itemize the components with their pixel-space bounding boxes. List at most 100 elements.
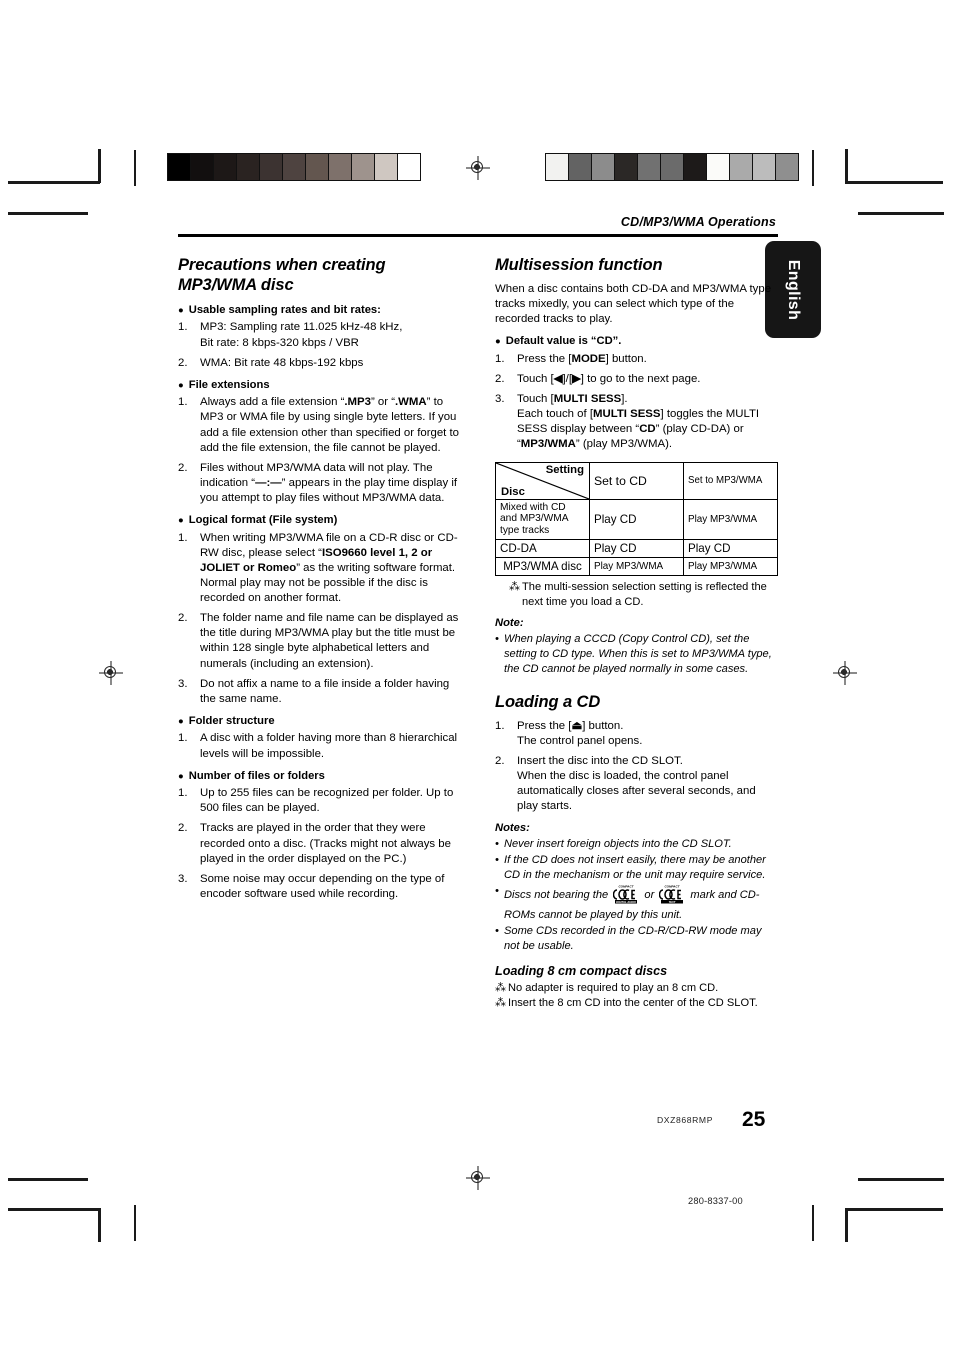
list-item: ⁂ The multi-session selection setting is…	[509, 580, 778, 610]
table-cell-disc: Mixed with CD and MP3/WMA type tracks	[495, 498, 590, 540]
list-item: 1. Always add a file extension “.MP3” or …	[178, 395, 461, 455]
crop-mark-br-tick	[812, 1205, 815, 1241]
page-content: CD/MP3/WMA Operations Precautions when c…	[178, 215, 778, 1012]
table-cell-set-to-cd: Play CD	[589, 538, 684, 558]
crop-mark-bl-v	[98, 1208, 101, 1242]
svg-text:COMPACT: COMPACT	[619, 884, 635, 888]
column-gutter	[461, 256, 495, 1012]
loading-cd-note-text: Some CDs recorded in the CD-R/CD-RW mode…	[504, 925, 762, 952]
svg-text:TEXT: TEXT	[669, 900, 676, 904]
precautions-group-heading-2: ● Logical format (File system)	[178, 513, 461, 528]
table-cell-set-to-mp3wma: Play MP3/WMA	[683, 556, 778, 576]
svg-text:DIGITAL AUDIO: DIGITAL AUDIO	[616, 900, 637, 904]
registration-mark-bottom	[466, 1166, 490, 1190]
table-row: CD-DA Play CD Play CD	[495, 538, 778, 558]
crop-mark-tr-tick	[812, 150, 815, 186]
gray-patch-left-patch-4	[259, 153, 283, 181]
filled-circle-icon: ●	[178, 715, 184, 727]
crop-mark-bl-h2	[8, 1208, 100, 1211]
loading-cd-note-text: If the CD does not insert easily, there …	[504, 854, 766, 881]
list-item: • When playing a CCCD (Copy Control CD), …	[495, 632, 778, 676]
gray-patch-left-patch-2	[213, 153, 237, 181]
multisession-steps: 1. Press the [MODE] button. 2. Touch [◀]/[▶…	[495, 352, 778, 453]
list-item: ⁂ Insert the 8 cm CD into the center of t…	[495, 996, 778, 1011]
gray-patch-right-patch-6	[683, 153, 707, 181]
list-item-text: A disc with a folder having more than 8 …	[200, 732, 458, 760]
bullet-dot-icon: •	[495, 633, 499, 646]
gray-patch-left-patch-9	[374, 153, 398, 181]
gray-patch-right-patch-8	[729, 153, 753, 181]
list-item-text: Some noise may occur depending on the ty…	[200, 872, 445, 900]
precautions-group-heading-0: ● Usable sampling rates and bit rates:	[178, 303, 461, 318]
page-number: 25	[742, 1108, 766, 1131]
crop-mark-tl-h	[8, 181, 100, 184]
precautions-group-items-1: 1. Always add a file extension “.MP3” or …	[178, 395, 461, 506]
precautions-group-title: Number of files or folders	[188, 769, 325, 782]
gray-patch-right-patch-2	[591, 153, 615, 181]
list-item: 2. WMA: Bit rate 48 kbps-192 kbps	[178, 356, 461, 371]
gray-patch-right-patch-9	[752, 153, 776, 181]
compact-disc-logo-icon: COMPACT TEXT	[659, 884, 685, 909]
table-header-row: Setting Disc Set to CD Set to MP3/WMA	[495, 461, 778, 500]
gray-patch-left-patch-3	[236, 153, 260, 181]
multisession-default-label: Default value is “CD”.	[505, 335, 622, 348]
two-column-body: Precautions when creating MP3/WMA disc ●…	[178, 256, 778, 1012]
multisession-step-text: Touch [MULTI SESS]. Each touch of [MULTI …	[517, 393, 760, 451]
gray-patch-right-patch-3	[614, 153, 638, 181]
list-item-text: Tracks are played in the order that they…	[200, 822, 451, 865]
loading-cd-step-text: Press the [⏏] button. The control panel o…	[517, 719, 643, 747]
loading-cd-steps: 1. Press the [⏏] button. The control panel…	[495, 719, 778, 815]
asterisk-icon: ⁂	[509, 580, 521, 593]
filled-circle-icon: ●	[178, 770, 184, 782]
gray-patch-left-patch-6	[305, 153, 329, 181]
list-item: 2. Insert the disc into the CD SLOT. When …	[495, 754, 778, 814]
loading-cd-note-text: Never insert foreign objects into the CD…	[504, 838, 732, 851]
list-item-text: Files without MP3/WMA data will not play…	[200, 461, 458, 505]
left-column: Precautions when creating MP3/WMA disc ●…	[178, 256, 461, 1012]
table-corner-disc-label: Disc	[501, 485, 525, 498]
multisession-step-text: Touch [◀]/[▶] to go to the next page.	[517, 372, 701, 385]
document-page: English CD/MP3/WMA Operations Precaution…	[0, 0, 954, 1351]
precautions-group-heading-1: ● File extensions	[178, 378, 461, 393]
crop-mark-tr-v	[845, 149, 848, 183]
loading-8cm-note-text: No adapter is required to play an 8 cm C…	[508, 981, 719, 994]
list-item-number: 2.	[495, 754, 505, 767]
precautions-group-title: Usable sampling rates and bit rates:	[188, 303, 381, 316]
list-item-number: 1.	[178, 787, 188, 800]
precautions-groups: ● Usable sampling rates and bit rates: 1. M…	[178, 303, 461, 902]
running-head: CD/MP3/WMA Operations	[620, 215, 776, 229]
list-item: 3. Touch [MULTI SESS]. Each touch of [MULT…	[495, 392, 778, 452]
list-item-number: 2.	[178, 822, 188, 835]
list-item-number: 2.	[178, 612, 188, 625]
grayscale-strip-left	[167, 153, 421, 181]
list-item-number: 3.	[178, 872, 188, 885]
precautions-group-title: Logical format (File system)	[188, 514, 338, 527]
list-item: 1. MP3: Sampling rate 11.025 kHz-48 kHz, B…	[178, 320, 461, 350]
filled-circle-icon: ●	[178, 304, 184, 316]
list-item-number: 1.	[178, 396, 188, 409]
crop-mark-br-h	[845, 1208, 943, 1211]
crop-mark-tl2-h	[8, 212, 88, 215]
loading-cd-note-text: Discs not bearing the COMPACT DIGITAL AUD…	[504, 884, 760, 922]
list-item-number: 1.	[178, 531, 188, 544]
precautions-group-title: File extensions	[188, 378, 270, 391]
compact-disc-logo-icon: COMPACT DIGITAL AUDIO	[613, 884, 639, 909]
multisession-intro: When a disc contains both CD-DA and MP3/…	[495, 282, 772, 326]
list-item: 2. Touch [◀]/[▶] to go to the next page.	[495, 372, 778, 387]
loading-cd-notes: • Never insert foreign objects into the C…	[495, 837, 778, 953]
gray-patch-left-patch-1	[190, 153, 214, 181]
filled-circle-icon: ●	[178, 379, 184, 391]
grayscale-strip-right	[545, 153, 799, 181]
list-item-text: WMA: Bit rate 48 kbps-192 kbps	[200, 356, 364, 369]
gray-patch-right-patch-4	[637, 153, 661, 181]
list-item: 1. Press the [MODE] button.	[495, 352, 778, 367]
multisession-matrix-table: Setting Disc Set to CD Set to MP3/WMA Mi…	[495, 461, 778, 576]
list-item-number: 2.	[178, 461, 188, 474]
crop-mark-tr2-h	[858, 212, 944, 215]
list-item-text: When writing MP3/WMA file on a CD-R disc…	[200, 531, 458, 605]
loading-cd-notes-label: Notes:	[495, 822, 530, 835]
registration-mark-top	[466, 156, 490, 180]
list-item-number: 3.	[178, 677, 188, 690]
svg-text:COMPACT: COMPACT	[665, 884, 681, 888]
list-item: 1. Press the [⏏] button. The control panel…	[495, 719, 778, 749]
